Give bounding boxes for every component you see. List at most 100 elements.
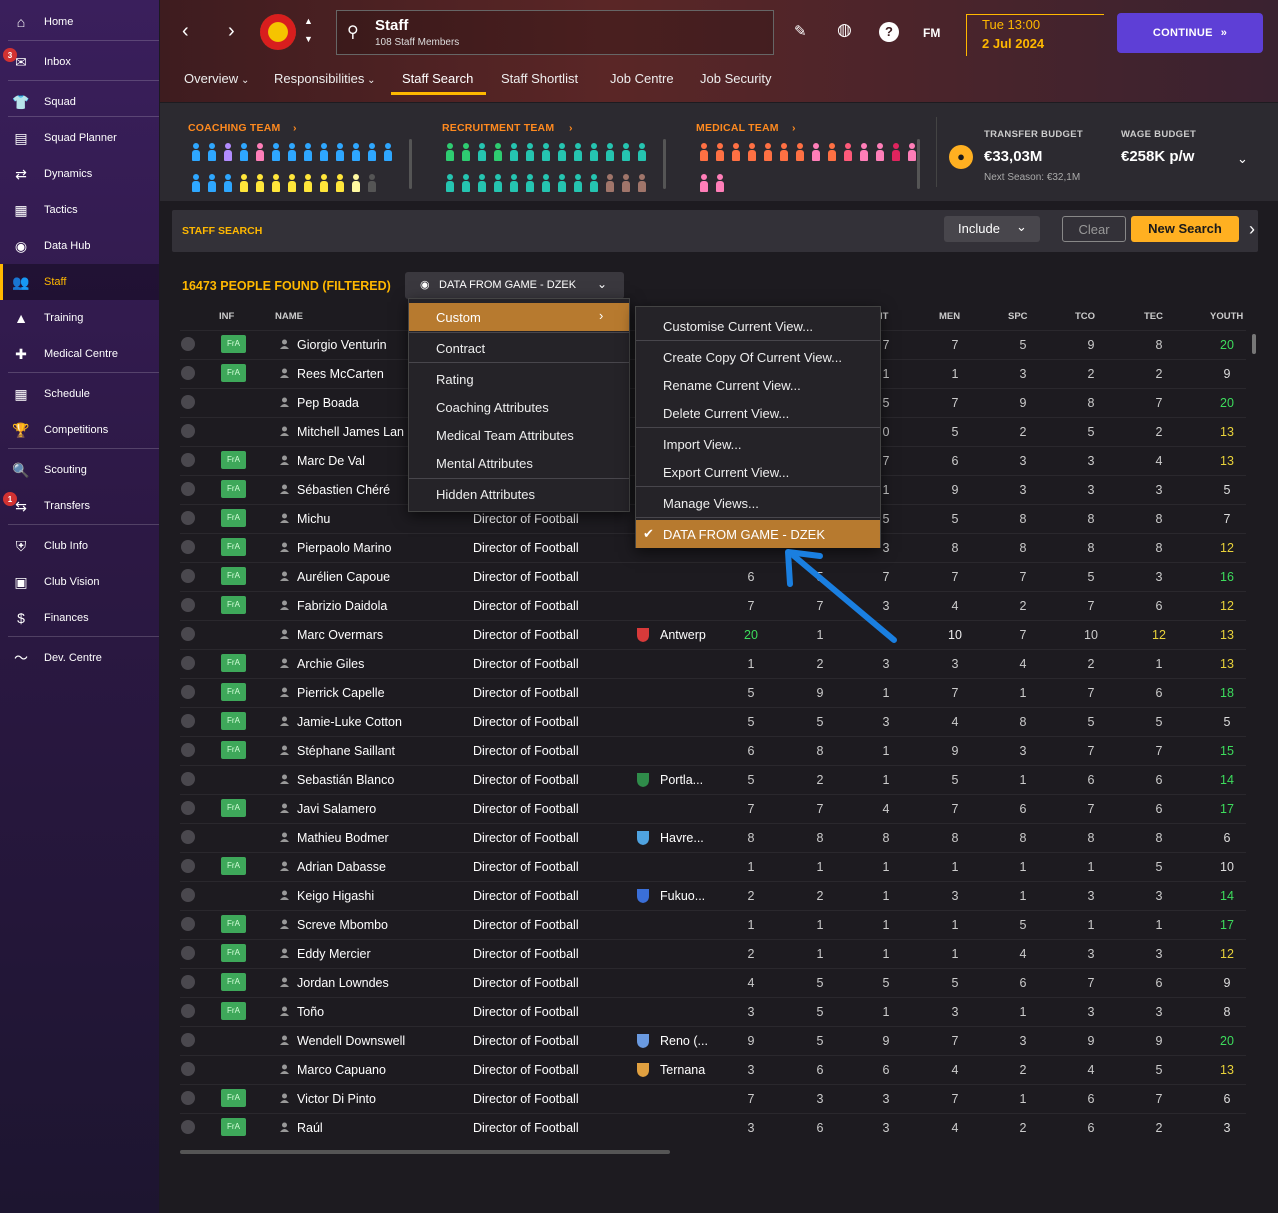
select-checkbox[interactable] [181, 1120, 195, 1134]
select-checkbox[interactable] [181, 1033, 195, 1047]
staff-figure-icon[interactable] [494, 143, 502, 161]
staff-figure-icon[interactable] [700, 174, 708, 192]
select-checkbox[interactable] [181, 627, 195, 641]
tab-job-security[interactable]: Job Security [700, 71, 772, 86]
col-youth[interactable]: YOUTH [1210, 311, 1243, 322]
sidebar-item-inbox[interactable]: ✉ Inbox 3 [0, 44, 159, 80]
staff-figure-icon[interactable] [590, 174, 598, 192]
staff-figure-icon[interactable] [336, 143, 344, 161]
back-arrow-icon[interactable]: ‹ [182, 20, 189, 43]
sidebar-item-medical-centre[interactable]: ✚ Medical Centre [0, 336, 159, 372]
staff-figure-icon[interactable] [622, 174, 630, 192]
tab-staff-shortlist[interactable]: Staff Shortlist [501, 71, 578, 86]
select-checkbox[interactable] [181, 917, 195, 931]
staff-figure-icon[interactable] [320, 174, 328, 192]
table-row[interactable]: FrA Victor Di Pinto Director of Football 7 3… [180, 1084, 1246, 1113]
menu-item-custom[interactable]: Custom › [409, 303, 629, 331]
staff-figure-icon[interactable] [606, 143, 614, 161]
col-it[interactable]: IT [880, 311, 888, 322]
table-row[interactable]: FrA Archie Giles Director of Football 1 2 3 3 4… [180, 649, 1246, 678]
menu-item-customise-current-view[interactable]: Customise Current View... [636, 312, 880, 340]
select-checkbox[interactable] [181, 859, 195, 873]
staff-name[interactable]: Keigo Higashi [297, 889, 374, 903]
table-row[interactable]: Sebastián Blanco Director of Football Port… [180, 765, 1246, 794]
tab-job-centre[interactable]: Job Centre [610, 71, 674, 86]
table-row[interactable]: FrA Raúl Director of Football 3 6 3 4 2 6 2 3 [180, 1113, 1246, 1142]
table-row[interactable]: FrA Screve Mbombo Director of Football 1 1 1 1… [180, 910, 1246, 939]
staff-name[interactable]: Fabrizio Daidola [297, 599, 387, 613]
select-checkbox[interactable] [181, 975, 195, 989]
staff-name[interactable]: Adrian Dabasse [297, 860, 386, 874]
col-spc[interactable]: SPC [1008, 311, 1028, 322]
sidebar-item-transfers[interactable]: ⇆ Transfers 1 [0, 488, 159, 524]
staff-figure-icon[interactable] [542, 143, 550, 161]
staff-figure-icon[interactable] [510, 174, 518, 192]
staff-figure-icon[interactable] [558, 143, 566, 161]
staff-figure-icon[interactable] [892, 143, 900, 161]
menu-item-coaching-attributes[interactable]: Coaching Attributes [409, 393, 629, 421]
select-checkbox[interactable] [181, 830, 195, 844]
sidebar-item-finances[interactable]: $ Finances [0, 600, 159, 636]
select-checkbox[interactable] [181, 772, 195, 786]
staff-name[interactable]: Pierrick Capelle [297, 686, 385, 700]
forward-arrow-icon[interactable]: › [228, 20, 235, 43]
staff-figure-icon[interactable] [208, 174, 216, 192]
sidebar-item-squad[interactable]: 👕 Squad [0, 84, 159, 120]
sidebar-item-training[interactable]: ▲ Training [0, 300, 159, 336]
menu-item-rename-current-view[interactable]: Rename Current View... [636, 371, 880, 399]
menu-item-medical-team-attributes[interactable]: Medical Team Attributes [409, 421, 629, 449]
staff-name[interactable]: Toño [297, 1005, 324, 1019]
menu-item-current-view[interactable]: ✔ DATA FROM GAME - DZEK [636, 520, 880, 548]
sidebar-item-club-vision[interactable]: ▣ Club Vision [0, 564, 159, 600]
staff-figure-icon[interactable] [876, 143, 884, 161]
staff-figure-icon[interactable] [478, 174, 486, 192]
vertical-scrollbar[interactable] [1252, 334, 1256, 354]
staff-figure-icon[interactable] [780, 143, 788, 161]
table-row[interactable]: FrA Stéphane Saillant Director of Football… [180, 736, 1246, 765]
sidebar-item-schedule[interactable]: ▦ Schedule [0, 376, 159, 412]
staff-name[interactable]: Mitchell James Lan [297, 425, 404, 439]
staff-figure-icon[interactable] [304, 174, 312, 192]
staff-club[interactable]: Reno (... [660, 1034, 708, 1048]
staff-figure-icon[interactable] [510, 143, 518, 161]
select-checkbox[interactable] [181, 1004, 195, 1018]
menu-item-contract[interactable]: Contract [409, 334, 629, 362]
staff-name[interactable]: Pierpaolo Marino [297, 541, 392, 555]
staff-figure-icon[interactable] [272, 143, 280, 161]
table-row[interactable]: FrA Fabrizio Daidola Director of Football 7… [180, 591, 1246, 620]
select-checkbox[interactable] [181, 714, 195, 728]
menu-item-hidden-attributes[interactable]: Hidden Attributes [409, 480, 629, 508]
sidebar-item-dev-centre[interactable]: 〜 Dev. Centre [0, 640, 159, 676]
staff-name[interactable]: Jordan Lowndes [297, 976, 389, 990]
staff-figure-icon[interactable] [622, 143, 630, 161]
select-checkbox[interactable] [181, 656, 195, 670]
sidebar-item-data-hub[interactable]: ◉ Data Hub [0, 228, 159, 264]
staff-name[interactable]: Aurélien Capoue [297, 570, 390, 584]
staff-figure-icon[interactable] [732, 143, 740, 161]
staff-club[interactable]: Antwerp [660, 628, 706, 642]
menu-item-import-view[interactable]: Import View... [636, 430, 880, 458]
table-row[interactable]: Mathieu Bodmer Director of Football Havre.… [180, 823, 1246, 852]
staff-figure-icon[interactable] [638, 143, 646, 161]
staff-figure-icon[interactable] [288, 174, 296, 192]
staff-name[interactable]: Archie Giles [297, 657, 364, 671]
staff-figure-icon[interactable] [352, 143, 360, 161]
staff-figure-icon[interactable] [288, 143, 296, 161]
staff-figure-icon[interactable] [796, 143, 804, 161]
staff-name[interactable]: Marc De Val [297, 454, 365, 468]
sidebar-item-staff[interactable]: 👥 Staff [0, 264, 159, 300]
table-row[interactable]: Wendell Downswell Director of Football Ren… [180, 1026, 1246, 1055]
staff-name[interactable]: Marc Overmars [297, 628, 383, 642]
staff-figure-icon[interactable] [256, 174, 264, 192]
staff-figure-icon[interactable] [716, 174, 724, 192]
staff-figure-icon[interactable] [368, 143, 376, 161]
table-row[interactable]: Marc Overmars Director of Football Antwerp… [180, 620, 1246, 649]
staff-name[interactable]: Rees McCarten [297, 367, 384, 381]
tab-staff-search[interactable]: Staff Search [402, 71, 473, 86]
sidebar-item-dynamics[interactable]: ⇄ Dynamics [0, 156, 159, 192]
select-checkbox[interactable] [181, 540, 195, 554]
staff-figure-icon[interactable] [908, 143, 916, 161]
staff-figure-icon[interactable] [494, 174, 502, 192]
staff-figure-icon[interactable] [860, 143, 868, 161]
staff-figure-icon[interactable] [478, 143, 486, 161]
